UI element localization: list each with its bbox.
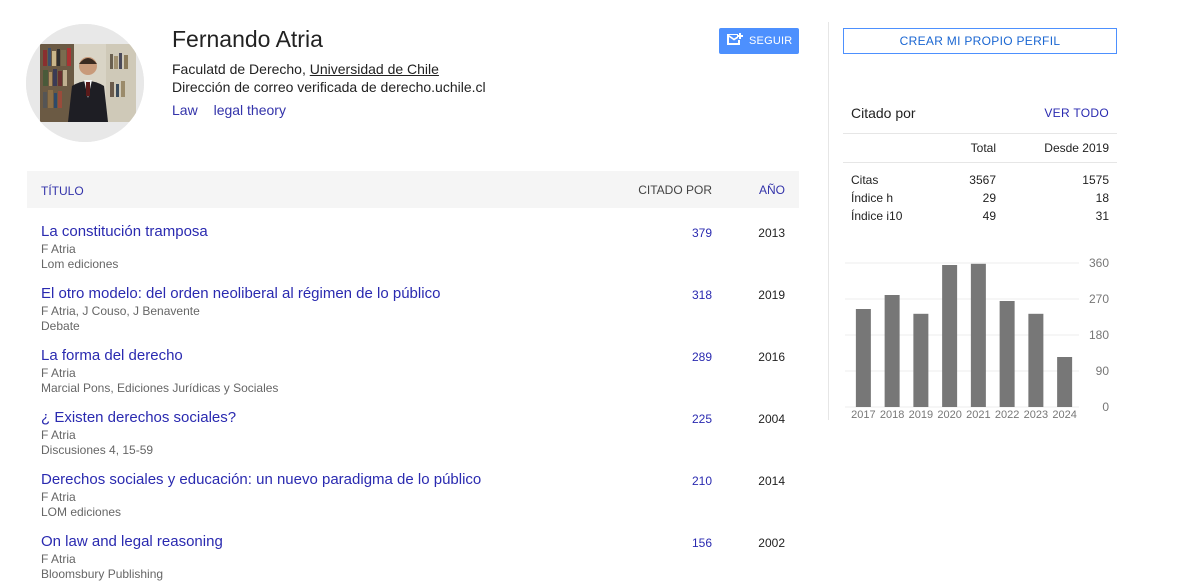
article-year: 2004 — [758, 412, 785, 426]
article-venue: Debate — [41, 319, 80, 333]
article-row: ¿ Existen derechos sociales? F Atria Dis… — [27, 404, 799, 466]
article-title[interactable]: La forma del derecho — [41, 347, 183, 364]
article-year: 2019 — [758, 288, 785, 302]
affiliation-prefix: Faculatd de Derecho, — [172, 61, 310, 77]
follow-button[interactable]: SEGUIR — [719, 28, 799, 54]
article-cited-by-link[interactable]: 289 — [692, 350, 712, 364]
articles-table-header: TÍTULO CITADO POR AÑO — [27, 171, 799, 208]
column-cited-by: CITADO POR — [638, 183, 712, 197]
article-venue: LOM ediciones — [41, 505, 122, 519]
research-interests: Law legal theory — [172, 102, 298, 118]
articles-list: La constitución tramposa F Atria Lom edi… — [27, 218, 799, 581]
x-tick-label: 2024 — [1052, 409, 1076, 421]
y-tick-label: 180 — [1089, 328, 1109, 342]
sidebar-divider — [828, 22, 829, 420]
article-venue: Lom ediciones — [41, 257, 119, 271]
x-tick-label: 2020 — [937, 409, 961, 421]
article-title[interactable]: El otro modelo: del orden neoliberal al … — [41, 285, 440, 302]
article-authors: F Atria — [41, 552, 76, 566]
envelope-plus-icon — [727, 33, 743, 49]
article-cited-by-link[interactable]: 210 — [692, 474, 712, 488]
profile-photo — [26, 24, 144, 142]
citations-chart-svg: 360 270 180 90 0 2017 2018 2019 2020 2021 2022 2023… — [845, 256, 1110, 421]
article-authors: F Atria — [41, 428, 76, 442]
article-authors: F Atria — [41, 242, 76, 256]
x-tick-label: 2022 — [995, 409, 1019, 421]
article-venue: Bloomsbury Publishing — [41, 567, 164, 581]
x-tick-label: 2021 — [966, 409, 990, 421]
article-venue: Marcial Pons, Ediciones Jurídicas y Soci… — [41, 381, 279, 395]
article-authors: F Atria, J Couso, J Benavente — [41, 304, 200, 318]
cited-by-heading: Citado por — [851, 105, 916, 121]
article-row: El otro modelo: del orden neoliberal al … — [27, 280, 799, 342]
x-tick-label: 2017 — [851, 409, 875, 421]
article-year: 2013 — [758, 226, 785, 240]
article-year: 2002 — [758, 536, 785, 550]
create-profile-button[interactable]: CREAR MI PROPIO PERFIL — [843, 28, 1117, 54]
article-venue: Discusiones 4, 15-59 — [41, 443, 154, 457]
article-authors: F Atria — [41, 490, 76, 504]
article-cited-by-link[interactable]: 225 — [692, 412, 712, 426]
sort-by-title[interactable]: TÍTULO — [41, 184, 84, 198]
x-tick-label: 2023 — [1024, 409, 1048, 421]
follow-label: SEGUIR — [749, 35, 793, 47]
interest-tag-legal-theory[interactable]: legal theory — [214, 102, 286, 118]
y-tick-label: 0 — [1102, 400, 1109, 414]
chart-bar-2024[interactable] — [1057, 357, 1073, 407]
x-tick-label: 2018 — [880, 409, 904, 421]
article-title[interactable]: Derechos sociales y educación: un nuevo … — [41, 471, 481, 488]
verified-email: Dirección de correo verificada de derech… — [172, 79, 486, 95]
chart-bar-2021[interactable] — [970, 263, 986, 407]
article-row: La forma del derecho F Atria Marcial Pon… — [27, 342, 799, 404]
affiliation-link[interactable]: Universidad de Chile — [310, 61, 439, 77]
article-cited-by-link[interactable]: 156 — [692, 536, 712, 550]
chart-bar-2019[interactable] — [913, 313, 929, 407]
article-cited-by-link[interactable]: 379 — [692, 226, 712, 240]
article-cited-by-link[interactable]: 318 — [692, 288, 712, 302]
stats-divider-top — [843, 133, 1117, 134]
citations-per-year-chart: 360 270 180 90 0 2017 2018 2019 2020 2021 2022 2023… — [843, 255, 1117, 425]
stat-since: 18 — [1095, 191, 1109, 205]
view-all-link[interactable]: VER TODO — [1044, 106, 1109, 120]
stat-since: 1575 — [1082, 173, 1109, 187]
article-title[interactable]: ¿ Existen derechos sociales? — [41, 409, 236, 426]
article-year: 2016 — [758, 350, 785, 364]
chart-bar-2020[interactable] — [942, 265, 958, 407]
x-tick-label: 2019 — [909, 409, 933, 421]
chart-bar-2018[interactable] — [884, 295, 900, 407]
article-row: On law and legal reasoning F Atria Bloom… — [27, 528, 799, 581]
article-title[interactable]: La constitución tramposa — [41, 223, 208, 240]
chart-bar-2017[interactable] — [855, 309, 871, 407]
y-tick-label: 90 — [1096, 364, 1110, 378]
article-row: Derechos sociales y educación: un nuevo … — [27, 466, 799, 528]
article-authors: F Atria — [41, 366, 76, 380]
y-tick-label: 270 — [1089, 292, 1109, 306]
article-year: 2014 — [758, 474, 785, 488]
stats-header-since: Desde 2019 — [1044, 141, 1109, 155]
interest-tag-law[interactable]: Law — [172, 102, 198, 118]
stats-divider-header — [843, 162, 1117, 163]
stat-since: 31 — [1095, 209, 1109, 223]
y-tick-label: 360 — [1089, 256, 1109, 270]
article-title[interactable]: On law and legal reasoning — [41, 533, 223, 550]
chart-bar-2023[interactable] — [1028, 313, 1044, 407]
chart-bar-2022[interactable] — [999, 301, 1015, 407]
profile-affiliation: Faculatd de Derecho, Universidad de Chil… — [172, 61, 439, 77]
article-row: La constitución tramposa F Atria Lom edi… — [27, 218, 799, 280]
sort-by-year[interactable]: AÑO — [759, 183, 785, 197]
profile-name: Fernando Atria — [172, 26, 323, 52]
